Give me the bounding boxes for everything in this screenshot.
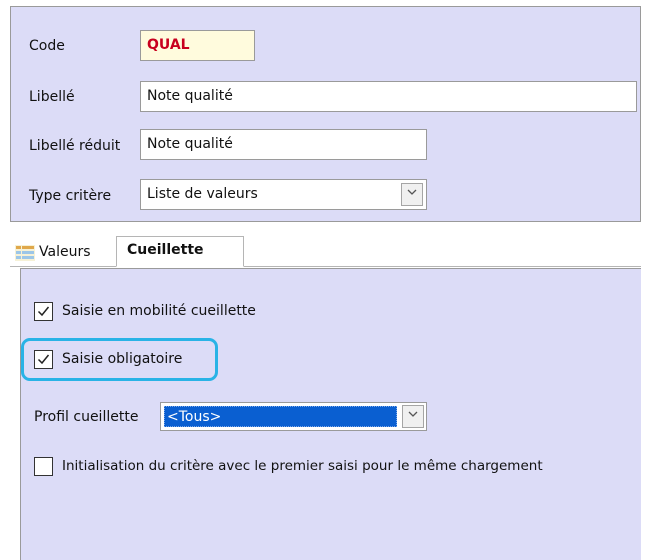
chevron-down-icon [407,189,417,195]
code-label: Code [29,38,65,54]
initialisation-checkbox[interactable] [34,457,53,476]
initialisation-label: Initialisation du critère avec le premie… [62,458,543,474]
tab-cueillette[interactable]: Cueillette [116,236,244,267]
grid-list-icon [15,245,35,261]
obligatoire-label: Saisie obligatoire [62,351,183,367]
tab-valeurs[interactable]: Valeurs [15,238,91,266]
libelle-reduit-field[interactable]: Note qualité [140,129,427,160]
checkmark-icon [37,306,50,317]
profil-label: Profil cueillette [34,409,139,425]
mobilite-label: Saisie en mobilité cueillette [62,303,256,319]
type-critere-value: Liste de valeurs [147,186,258,202]
profil-select[interactable]: <Tous> [160,402,427,431]
libelle-label: Libellé [29,89,75,105]
obligatoire-checkbox[interactable] [34,350,53,369]
profil-dropdown-button[interactable] [402,405,424,428]
checkmark-icon [37,354,50,365]
libelle-reduit-label: Libellé réduit [29,138,121,154]
tab-valeurs-label: Valeurs [39,244,91,260]
profil-selected-value: <Tous> [164,406,397,427]
type-critere-label: Type critère [29,188,112,204]
mobilite-checkbox[interactable] [34,302,53,321]
tab-bar-divider [10,266,641,267]
tab-cueillette-label: Cueillette [127,242,204,258]
type-critere-select[interactable]: Liste de valeurs [140,179,427,210]
code-field[interactable]: QUAL [140,30,255,61]
chevron-down-icon [408,411,418,417]
libelle-field[interactable]: Note qualité [140,81,637,112]
type-critere-dropdown-button[interactable] [401,183,423,206]
